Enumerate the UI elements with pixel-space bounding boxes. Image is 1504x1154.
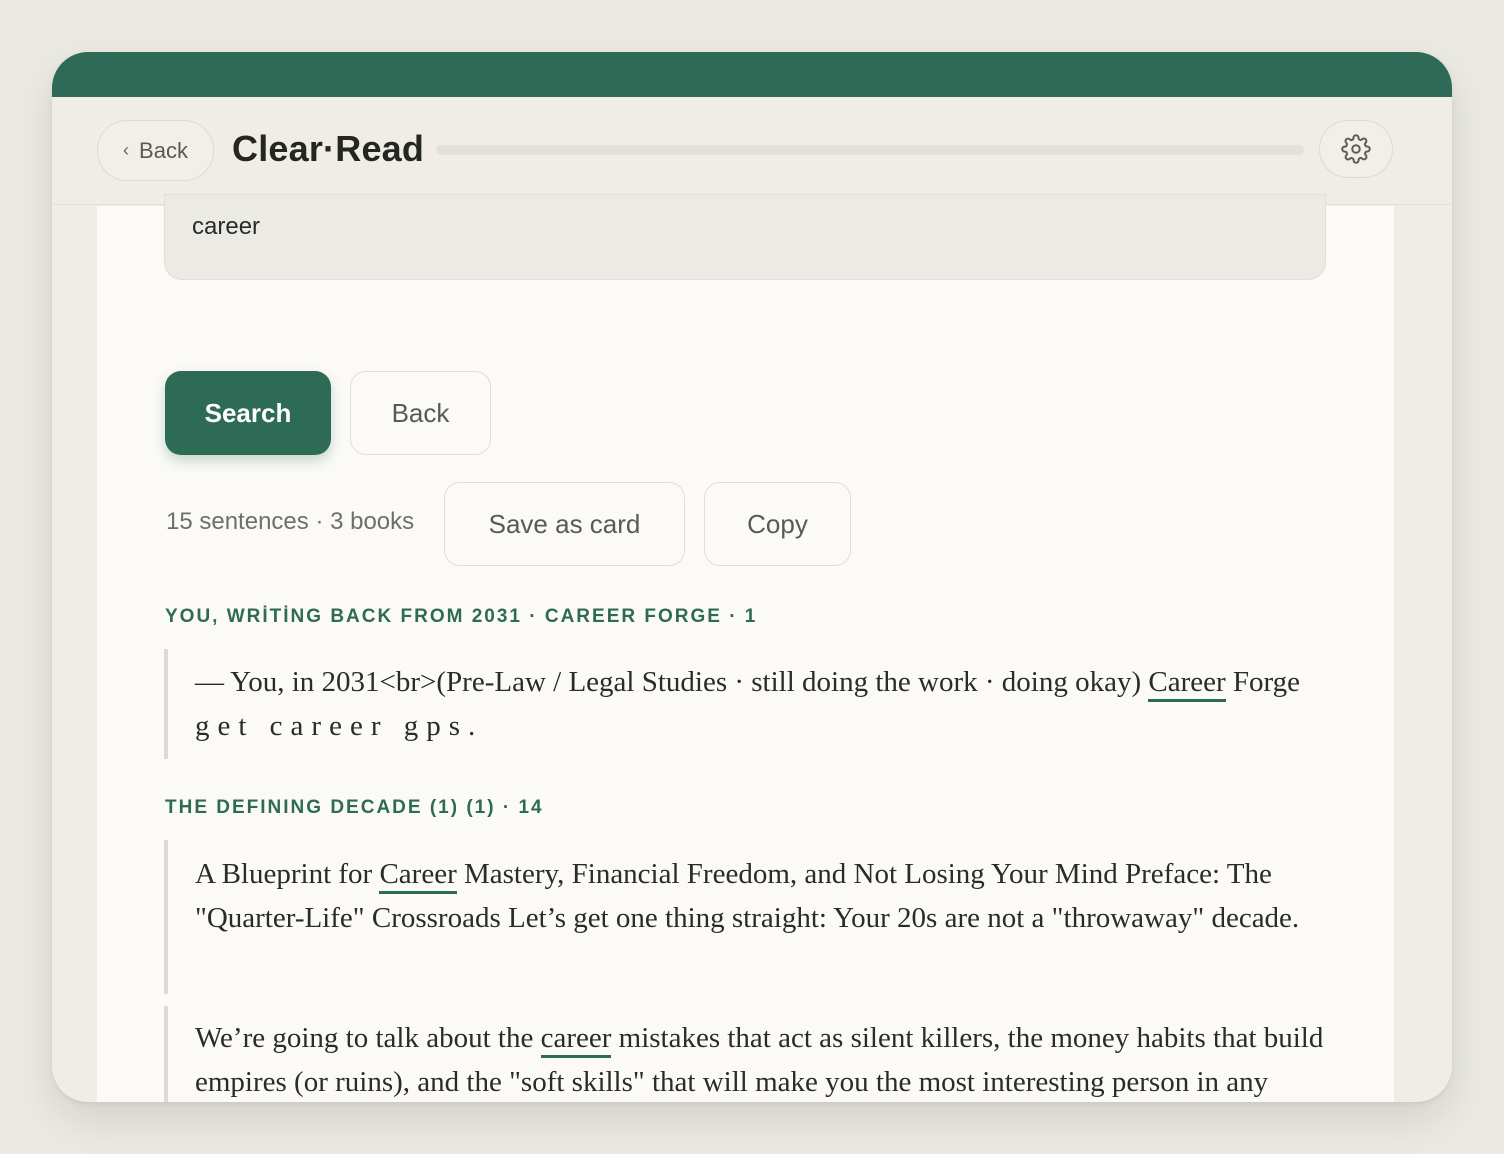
source-label: THE DEFINING DECADE (1) (1) · 14 <box>165 797 544 818</box>
copy-button[interactable]: Copy <box>704 482 851 566</box>
quote-block[interactable]: A Blueprint for Career Mastery, Financia… <box>164 840 1324 994</box>
highlighted-term: Career <box>379 858 457 894</box>
settings-button[interactable] <box>1319 120 1393 178</box>
quote-text: Forge <box>1225 666 1301 698</box>
highlighted-term: Career <box>1148 666 1226 702</box>
search-input[interactable]: career <box>164 194 1326 280</box>
quote-text: We’re going to talk about the <box>195 1022 541 1054</box>
header-back-label: Back <box>139 137 188 163</box>
header-back-button[interactable]: ‹ Back <box>97 120 214 181</box>
source-label: YOU, WRİTİNG BACK FROM 2031 · CAREER FOR… <box>165 606 758 627</box>
highlighted-term: career <box>540 1022 612 1058</box>
window-top-bar <box>52 52 1452 97</box>
app-window: ‹ Back Clear·Read career Search Back 15 … <box>52 52 1452 1102</box>
save-as-card-button[interactable]: Save as card <box>444 482 685 566</box>
quote-text: A Blueprint for <box>195 858 380 890</box>
quote-text: get career gps. <box>195 710 484 742</box>
chevron-left-icon: ‹ <box>123 140 130 160</box>
quote-text: — You, in 2031<br>(Pre-Law / Legal Studi… <box>195 666 1149 698</box>
gear-icon <box>1341 134 1371 164</box>
reading-progress-bar <box>436 145 1304 155</box>
quote-block[interactable]: We’re going to talk about the career mis… <box>164 1006 1324 1102</box>
back-button[interactable]: Back <box>350 371 491 455</box>
search-button[interactable]: Search <box>165 371 331 455</box>
header: ‹ Back Clear·Read <box>52 97 1452 205</box>
result-stats: 15 sentences · 3 books <box>166 508 415 535</box>
quote-block[interactable]: — You, in 2031<br>(Pre-Law / Legal Studi… <box>164 649 1324 759</box>
results-panel: career Search Back 15 sentences · 3 book… <box>97 194 1394 1102</box>
app-title: Clear·Read <box>232 128 425 169</box>
